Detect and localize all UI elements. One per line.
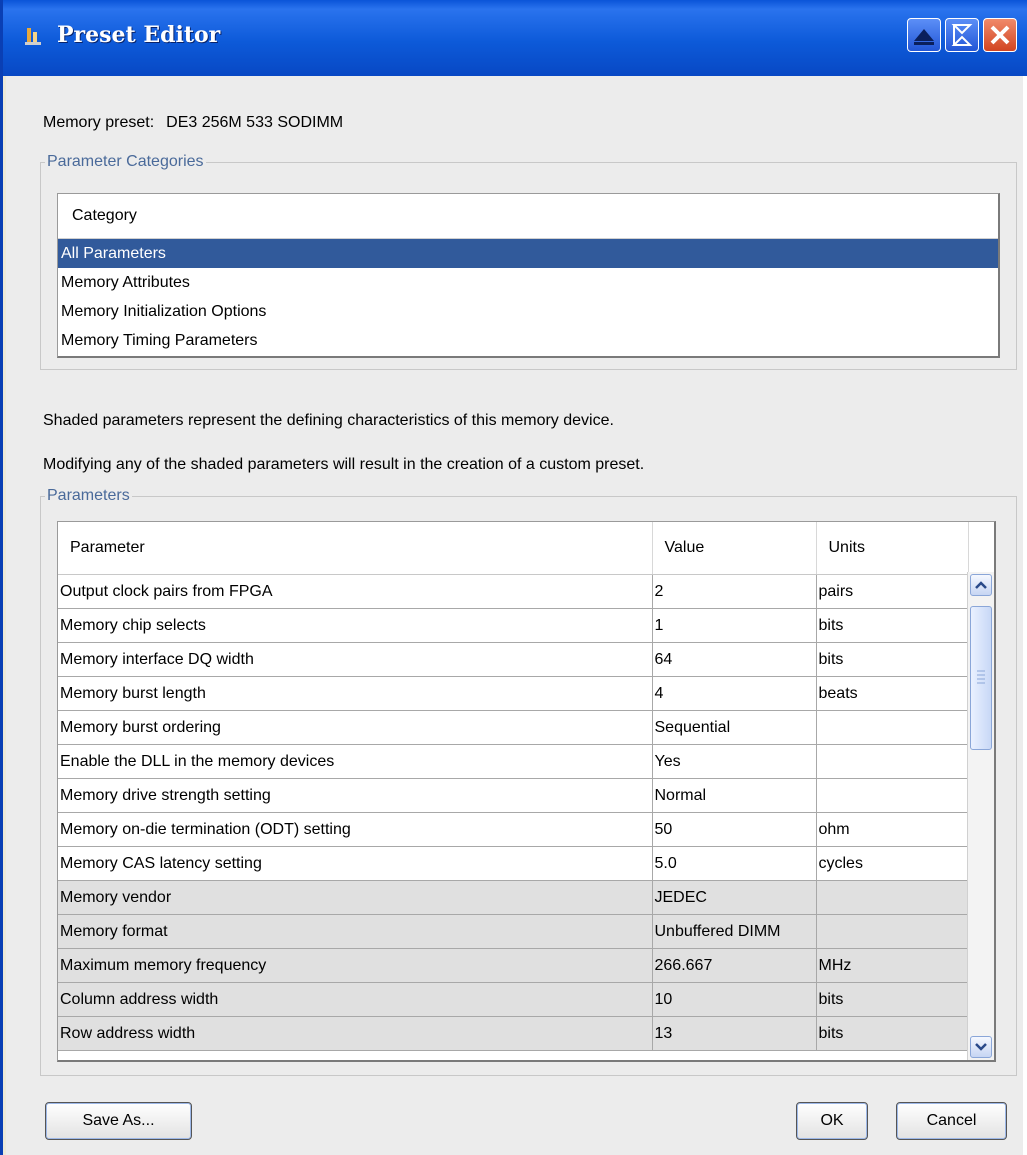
parameters-grid: Parameter Value Units Output clock pairs… xyxy=(58,522,969,1051)
java-app-icon xyxy=(25,28,41,45)
table-row-shaded[interactable]: Column address width 10 bits xyxy=(58,982,969,1017)
table-row[interactable]: Memory interface DQ width 64 bits xyxy=(58,642,969,677)
parameter-name: Memory format xyxy=(58,914,653,949)
parameter-value[interactable]: 13 xyxy=(652,1016,817,1051)
parameter-name: Column address width xyxy=(58,982,653,1017)
parameter-units xyxy=(816,744,969,779)
parameter-name: Memory vendor xyxy=(58,880,653,915)
table-row[interactable]: Memory on-die termination (ODT) setting 5… xyxy=(58,812,969,847)
parameter-units: bits xyxy=(816,1016,969,1051)
close-button[interactable] xyxy=(983,18,1017,52)
parameter-units xyxy=(816,710,969,745)
category-column-header[interactable]: Category xyxy=(58,194,998,239)
table-row-shaded[interactable]: Row address width 13 bits xyxy=(58,1016,969,1051)
parameter-categories-group: Parameter Categories Category All Parame… xyxy=(40,153,1017,370)
category-item-memory-initialization-options[interactable]: Memory Initialization Options xyxy=(58,297,998,326)
parameter-value[interactable]: 5.0 xyxy=(652,846,817,881)
parameter-name: Row address width xyxy=(58,1016,653,1051)
parameter-categories-legend: Parameter Categories xyxy=(45,153,206,171)
parameter-value[interactable]: 64 xyxy=(652,642,817,677)
scroll-up-button[interactable] xyxy=(970,574,992,596)
parameters-legend: Parameters xyxy=(45,487,132,505)
parameter-units xyxy=(816,880,969,915)
table-row[interactable]: Enable the DLL in the memory devices Yes xyxy=(58,744,969,779)
arrow-down-icon xyxy=(975,1043,987,1051)
save-as-button[interactable]: Save As... xyxy=(45,1102,192,1140)
parameter-name: Memory chip selects xyxy=(58,608,653,643)
ok-button[interactable]: OK xyxy=(796,1102,868,1140)
memory-preset-row: Memory preset: DE3 256M 533 SODIMM xyxy=(43,114,343,132)
table-row[interactable]: Memory CAS latency setting 5.0 cycles xyxy=(58,846,969,881)
preset-editor-window: Preset Editor Memory preset: DE3 256M 533… xyxy=(0,0,1027,1155)
minimize-icon xyxy=(914,29,934,45)
parameter-units: ohm xyxy=(816,812,969,847)
parameter-value[interactable]: 2 xyxy=(652,574,817,609)
category-item-memory-attributes[interactable]: Memory Attributes xyxy=(58,268,998,297)
parameter-units: bits xyxy=(816,608,969,643)
custom-preset-note: Modifying any of the shaded parameters w… xyxy=(43,456,645,473)
parameter-name: Maximum memory frequency xyxy=(58,948,653,983)
column-header-value[interactable]: Value xyxy=(652,522,817,575)
parameter-units: bits xyxy=(816,642,969,677)
scroll-thumb[interactable] xyxy=(970,606,992,750)
parameter-name: Enable the DLL in the memory devices xyxy=(58,744,653,779)
parameter-name: Output clock pairs from FPGA xyxy=(58,574,653,609)
table-row-shaded[interactable]: Maximum memory frequency 266.667 MHz xyxy=(58,948,969,983)
title-bar[interactable]: Preset Editor xyxy=(3,0,1027,76)
scroll-down-button[interactable] xyxy=(970,1036,992,1058)
parameter-units: bits xyxy=(816,982,969,1017)
parameter-value[interactable]: Normal xyxy=(652,778,817,813)
parameter-units: pairs xyxy=(816,574,969,609)
parameter-value[interactable]: Sequential xyxy=(652,710,817,745)
cancel-button[interactable]: Cancel xyxy=(896,1102,1007,1140)
arrow-up-icon xyxy=(975,581,987,589)
category-item-memory-timing-parameters[interactable]: Memory Timing Parameters xyxy=(58,326,998,355)
parameter-units: beats xyxy=(816,676,969,711)
close-icon xyxy=(990,25,1010,45)
parameter-name: Memory drive strength setting xyxy=(58,778,653,813)
parameter-name: Memory burst length xyxy=(58,676,653,711)
parameter-units: cycles xyxy=(816,846,969,881)
parameter-value[interactable]: JEDEC xyxy=(652,880,817,915)
column-header-units[interactable]: Units xyxy=(816,522,969,575)
dialog-content: Memory preset: DE3 256M 533 SODIMM Parame… xyxy=(6,76,1023,1155)
column-header-parameter[interactable]: Parameter xyxy=(58,522,653,575)
category-list[interactable]: Category All Parameters Memory Attribute… xyxy=(57,193,1000,358)
parameter-units xyxy=(816,778,969,813)
memory-preset-label: Memory preset: xyxy=(43,114,155,131)
parameter-value[interactable]: Yes xyxy=(652,744,817,779)
table-row[interactable]: Memory burst length 4 beats xyxy=(58,676,969,711)
parameter-units: MHz xyxy=(816,948,969,983)
minimize-button[interactable] xyxy=(907,18,941,52)
parameter-value[interactable]: 10 xyxy=(652,982,817,1017)
table-row-shaded[interactable]: Memory vendor JEDEC xyxy=(58,880,969,915)
parameters-group: Parameters Parameter Value Units Output … xyxy=(40,487,1017,1076)
parameter-value[interactable]: Unbuffered DIMM xyxy=(652,914,817,949)
parameter-name: Memory CAS latency setting xyxy=(58,846,653,881)
table-row[interactable]: Memory drive strength setting Normal xyxy=(58,778,969,813)
table-row[interactable]: Memory chip selects 1 bits xyxy=(58,608,969,643)
category-item-all-parameters[interactable]: All Parameters xyxy=(58,239,998,268)
memory-preset-value: DE3 256M 533 SODIMM xyxy=(166,114,344,131)
parameter-value[interactable]: 4 xyxy=(652,676,817,711)
maximize-icon xyxy=(951,24,973,46)
parameter-value[interactable]: 266.667 xyxy=(652,948,817,983)
grip-icon xyxy=(977,670,985,684)
parameter-name: Memory burst ordering xyxy=(58,710,653,745)
parameters-table[interactable]: Parameter Value Units Output clock pairs… xyxy=(57,521,996,1062)
shaded-note: Shaded parameters represent the defining… xyxy=(43,412,614,429)
parameter-value[interactable]: 50 xyxy=(652,812,817,847)
vertical-scrollbar[interactable] xyxy=(967,572,994,1060)
maximize-button[interactable] xyxy=(945,18,979,52)
parameter-name: Memory interface DQ width xyxy=(58,642,653,677)
parameter-value[interactable]: 1 xyxy=(652,608,817,643)
table-row-shaded[interactable]: Memory format Unbuffered DIMM xyxy=(58,914,969,949)
table-row[interactable]: Output clock pairs from FPGA 2 pairs xyxy=(58,574,969,609)
parameter-units xyxy=(816,914,969,949)
table-row[interactable]: Memory burst ordering Sequential xyxy=(58,710,969,745)
window-title: Preset Editor xyxy=(57,22,221,48)
parameters-body: Output clock pairs from FPGA 2 pairs Memor… xyxy=(58,574,969,1051)
parameter-name: Memory on-die termination (ODT) setting xyxy=(58,812,653,847)
